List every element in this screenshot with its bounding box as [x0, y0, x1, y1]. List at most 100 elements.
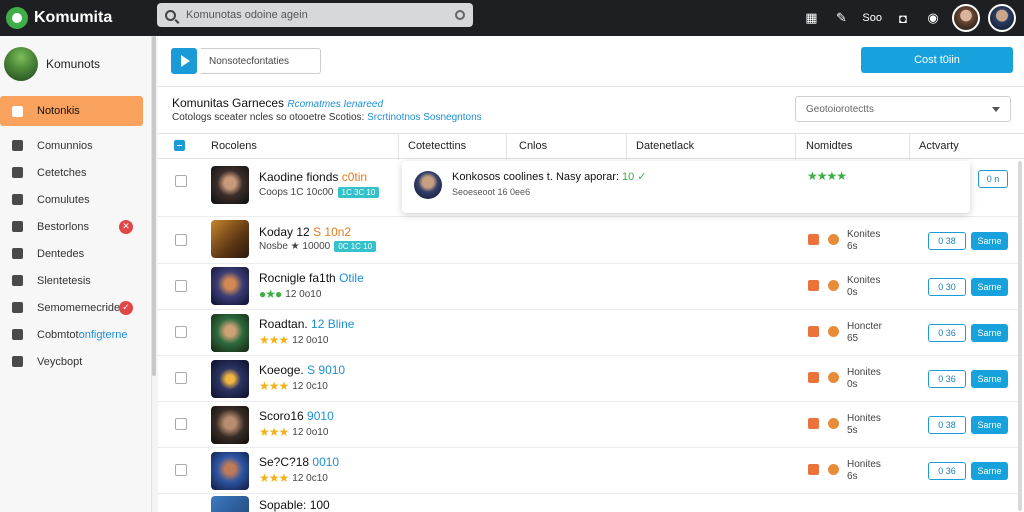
- block-icon[interactable]: [828, 234, 839, 245]
- row-title[interactable]: Sopable: 100: [259, 498, 330, 512]
- table-row[interactable]: Roadtan. 12 Bline ★★★ 12 0o10 Honcter 65 0…: [158, 310, 1020, 356]
- header-activity[interactable]: Actvarty: [919, 140, 959, 152]
- subtitle-link-2[interactable]: Sosnegntons: [423, 112, 481, 123]
- filter-dropdown[interactable]: Geotoiorotectts: [795, 96, 1011, 122]
- search-input[interactable]: [186, 9, 455, 21]
- row-title[interactable]: Scoro16 9010: [259, 409, 334, 423]
- sidebar-item-configurations[interactable]: Cobmtot onfigterne: [0, 321, 151, 348]
- secondary-button[interactable]: 0 36: [928, 370, 966, 388]
- block-icon[interactable]: [828, 326, 839, 337]
- column-divider: [398, 134, 399, 160]
- second-user-avatar[interactable]: [988, 4, 1016, 32]
- select-all-checkbox[interactable]: [174, 140, 185, 151]
- table-row[interactable]: Sopable: 100: [158, 494, 1020, 512]
- sidebar-item-communities[interactable]: Comunnios: [0, 132, 151, 159]
- action-button[interactable]: Sarne: [971, 370, 1008, 388]
- secondary-button[interactable]: 0 36: [928, 462, 966, 480]
- flag-icon[interactable]: [808, 326, 819, 337]
- row-title[interactable]: Koeoge. S 9010: [259, 363, 345, 377]
- secondary-button[interactable]: 0 30: [928, 278, 966, 296]
- header-colors[interactable]: Cnlos: [519, 140, 547, 152]
- main-scrollbar[interactable]: [1018, 161, 1022, 511]
- mail-icon: [12, 221, 23, 232]
- secondary-button[interactable]: 0 36: [928, 324, 966, 342]
- table-row[interactable]: Koday 12 S 10n2 Nosbe ★ 10000 0C 1C 10 Ko…: [158, 217, 1020, 264]
- block-icon[interactable]: [828, 280, 839, 291]
- table-row[interactable]: Koeoge. S 9010 ★★★ 12 0c10 Honites 0s 0 36…: [158, 356, 1020, 402]
- action-button[interactable]: Sarne: [971, 462, 1008, 480]
- sidebar-profile[interactable]: Komunots: [0, 36, 151, 92]
- header-collections[interactable]: Cotetecttins: [408, 140, 466, 152]
- header-datetrack[interactable]: Datenetlack: [636, 140, 694, 152]
- secondary-button[interactable]: 0 38: [928, 232, 966, 250]
- sidebar-item-label: Dentedes: [37, 247, 85, 260]
- row-checkbox[interactable]: [175, 464, 187, 476]
- sidebar-item-label: Veycbopt: [37, 355, 83, 368]
- block-icon[interactable]: [828, 464, 839, 475]
- row-checkbox[interactable]: [175, 280, 187, 292]
- nominee-info: Honites 0s: [847, 367, 881, 390]
- edit-icon[interactable]: ✎: [826, 0, 856, 36]
- clear-search-icon[interactable]: [455, 10, 465, 20]
- row-preview-card[interactable]: Konkosos coolines t. Nasy aporar: 10 ✓ S…: [402, 161, 970, 213]
- row-title[interactable]: Roadtan. 12 Bline: [259, 317, 354, 331]
- row-checkbox[interactable]: [175, 418, 187, 430]
- block-icon[interactable]: [828, 418, 839, 429]
- row-subtitle: ★★★ 12 0o10: [259, 425, 329, 439]
- sidebar-item-notifications[interactable]: Notonkis: [0, 96, 143, 126]
- top-label[interactable]: Soo: [856, 0, 888, 36]
- sidebar-item-dentedes[interactable]: Dentedes: [0, 240, 151, 267]
- row-checkbox[interactable]: [175, 234, 187, 246]
- row-title[interactable]: Se?C?18 0010: [259, 455, 339, 469]
- people-icon: [12, 140, 23, 151]
- row-checkbox[interactable]: [175, 372, 187, 384]
- play-button[interactable]: [171, 48, 197, 74]
- row-checkbox[interactable]: [175, 175, 187, 187]
- gear-icon: [12, 329, 23, 340]
- action-button[interactable]: Sarne: [971, 324, 1008, 342]
- primary-action-button[interactable]: Cost t0iin: [861, 47, 1013, 73]
- column-divider: [506, 134, 507, 160]
- header-resources[interactable]: Rocolens: [211, 140, 257, 152]
- header-nominees[interactable]: Nomidtes: [806, 140, 852, 152]
- row-title[interactable]: Kaodine fionds c0tin: [259, 170, 367, 184]
- subtitle-link-1[interactable]: Srcrtinotnos: [367, 112, 420, 123]
- table-row[interactable]: Rocnigle fa1th Otile ●★● 12 0o10 Konites 0…: [158, 264, 1020, 310]
- flag-icon[interactable]: [808, 280, 819, 291]
- row-subtitle: ★★★ 12 0c10: [259, 379, 328, 393]
- sidebar-item-slentetesis[interactable]: Slentetesis: [0, 267, 151, 294]
- alert-badge: ✕: [119, 219, 133, 234]
- flag-icon[interactable]: [808, 418, 819, 429]
- sidebar-item-semomemecrider[interactable]: Semomemecrider ✓: [0, 294, 151, 321]
- search-bar[interactable]: [157, 3, 473, 27]
- page-title-text: Komunitas Garneces: [172, 96, 285, 110]
- sidebar-item-catches[interactable]: Cetetches: [0, 159, 151, 186]
- action-button[interactable]: Sarne: [971, 278, 1008, 296]
- flag-icon[interactable]: [808, 234, 819, 245]
- flag-icon[interactable]: [808, 372, 819, 383]
- settings-icon[interactable]: ◉: [918, 0, 948, 36]
- row-checkbox[interactable]: [175, 326, 187, 338]
- grid-icon[interactable]: ▦: [796, 0, 826, 36]
- flag-icon[interactable]: [808, 464, 819, 475]
- app-logo[interactable]: Komumita: [6, 7, 154, 29]
- column-divider: [626, 134, 627, 160]
- user-avatar[interactable]: [952, 4, 980, 32]
- nominee-info: Honcter 65: [847, 321, 883, 344]
- sidebar-item-veycbopt[interactable]: Veycbopt: [0, 348, 151, 375]
- sidebar-item-commutes[interactable]: Comulutes: [0, 186, 151, 213]
- action-button[interactable]: Sarne: [971, 416, 1008, 434]
- sidebar-scrollbar[interactable]: [152, 36, 156, 376]
- row-title[interactable]: Rocnigle fa1th Otile: [259, 271, 364, 285]
- tag-chip: 1C 3C 10: [337, 187, 380, 198]
- block-icon[interactable]: [828, 372, 839, 383]
- sidebar-item-bestorlons[interactable]: Bestorlons ✕: [0, 213, 151, 240]
- secondary-button[interactable]: 0 38: [928, 416, 966, 434]
- table-row[interactable]: Scoro16 9010 ★★★ 12 0o10 Honites 5s 0 38 S…: [158, 402, 1020, 448]
- row-action-button[interactable]: 0 n: [978, 170, 1008, 188]
- path-field[interactable]: Nonsotecfontaties: [201, 48, 321, 74]
- action-button[interactable]: Sarne: [971, 232, 1008, 250]
- row-title[interactable]: Koday 12 S 10n2: [259, 225, 351, 239]
- notification-icon[interactable]: ◘: [888, 0, 918, 36]
- table-row[interactable]: Se?C?18 0010 ★★★ 12 0c10 Honites 6s 0 36 S…: [158, 448, 1020, 494]
